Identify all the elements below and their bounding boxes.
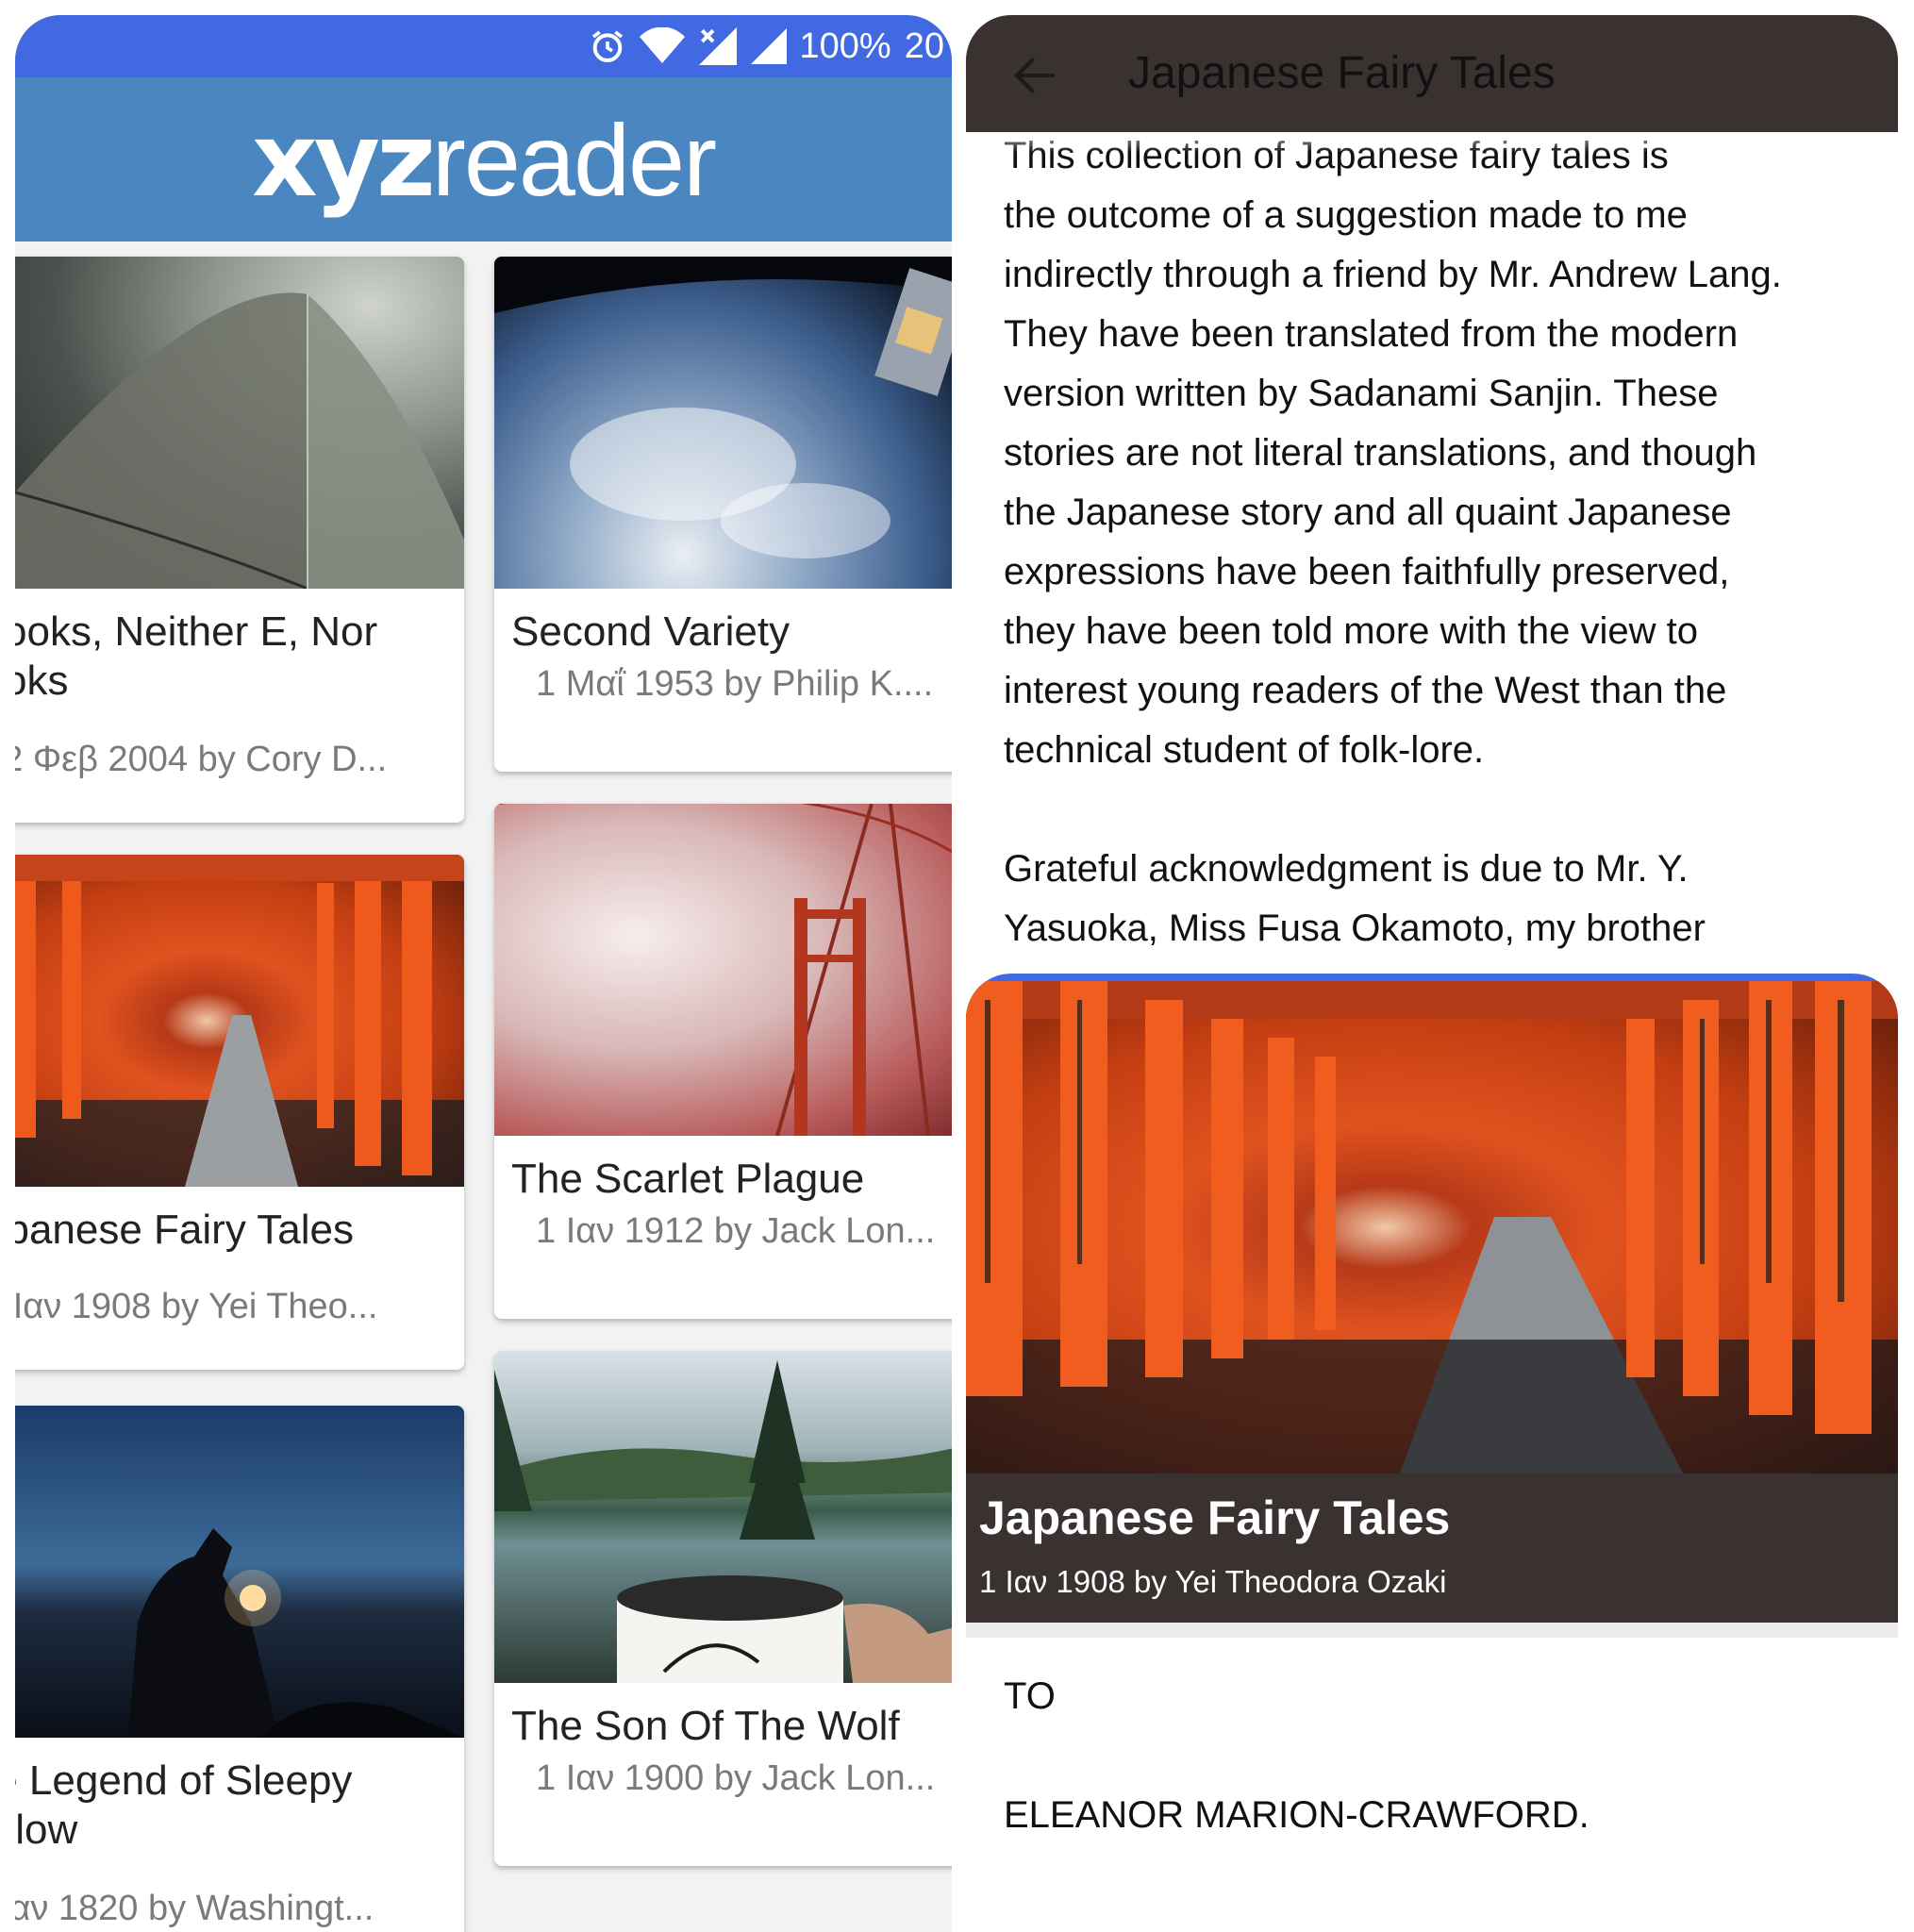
detail-toolbar: Japanese Fairy Tales xyxy=(966,15,1898,132)
article-card[interactable]: apanese Fairy Tales 1 Ιαν 1908 by Yei Th… xyxy=(15,855,464,1370)
app-bar: xyzreader xyxy=(15,77,952,242)
article-card[interactable]: ɔooks, Neither E, Nor ɔoks 12 Φεβ 2004 b… xyxy=(15,257,464,823)
detail-screen: This collection of Japanese fairy tales … xyxy=(966,15,1898,973)
card-subtitle: ' Ιαν 1820 by Washingt... xyxy=(15,1889,374,1928)
article-body-text: This collection of Japanese fairy tales … xyxy=(1004,135,1782,949)
card-title: Second Variety xyxy=(511,608,791,655)
article-body-text: TO ELEANOR MARION-CRAWFORD. xyxy=(1004,1675,1589,1836)
clock-text: 20 xyxy=(904,25,944,66)
card-image xyxy=(15,1406,464,1738)
back-arrow-icon[interactable] xyxy=(1007,47,1064,104)
card-image xyxy=(494,257,952,589)
status-bar: 100% 20 xyxy=(15,15,952,77)
card-title: apanese Fairy Tales xyxy=(15,1207,354,1253)
app-logo: xyzreader xyxy=(15,104,952,218)
alarm-icon xyxy=(591,30,623,62)
article-card[interactable]: The Son Of The Wolf 1 Ιαν 1900 by Jack L… xyxy=(494,1351,952,1866)
article-card[interactable]: Second Variety 1 Μαΐ 1953 by Philip K...… xyxy=(494,257,952,772)
list-screen: 100% 20 xyzreader ɔooks, Neither E, Nor … xyxy=(15,15,952,1932)
card-image xyxy=(15,257,464,591)
article-hero-image xyxy=(966,981,1898,1474)
no-signal-icon xyxy=(698,27,737,65)
article-card[interactable]: ıe Legend of Sleepy ollow ' Ιαν 1820 by … xyxy=(15,1406,464,1932)
card-image xyxy=(494,804,952,1137)
logo-bold-text: xyz xyxy=(251,102,436,220)
battery-text: 100% xyxy=(799,25,891,66)
card-subtitle: 12 Φεβ 2004 by Cory D... xyxy=(15,740,388,779)
card-subtitle: 1 Ιαν 1900 by Jack Lon... xyxy=(536,1758,936,1798)
card-image xyxy=(15,855,464,1187)
signal-icon xyxy=(750,28,787,64)
article-meta-bar: Japanese Fairy Tales 1 Ιαν 1908 by Yei T… xyxy=(966,1474,1898,1623)
wifi-icon xyxy=(639,27,685,63)
card-title: ɔooks, Neither E, Nor ɔoks xyxy=(15,608,378,704)
divider xyxy=(966,1623,1898,1638)
card-subtitle: 1 Μαΐ 1953 by Philip K.... xyxy=(536,664,934,704)
card-subtitle: 1 Ιαν 1908 by Yei Theo... xyxy=(15,1287,378,1326)
card-title: The Scarlet Plague xyxy=(511,1156,865,1202)
logo-light-text: reader xyxy=(431,103,717,217)
card-title: ıe Legend of Sleepy ollow xyxy=(15,1757,353,1853)
article-header-screen: Japanese Fairy Tales 1 Ιαν 1908 by Yei T… xyxy=(966,974,1898,1932)
card-image xyxy=(494,1351,952,1683)
article-card[interactable]: The Scarlet Plague 1 Ιαν 1912 by Jack Lo… xyxy=(494,804,952,1319)
card-title: The Son Of The Wolf xyxy=(511,1703,900,1749)
toolbar-title: Japanese Fairy Tales xyxy=(1128,48,1556,98)
card-subtitle: 1 Ιαν 1912 by Jack Lon... xyxy=(536,1211,936,1251)
article-byline: 1 Ιαν 1908 by Yei Theodora Ozaki xyxy=(979,1564,1447,1599)
article-title: Japanese Fairy Tales xyxy=(979,1491,1451,1544)
